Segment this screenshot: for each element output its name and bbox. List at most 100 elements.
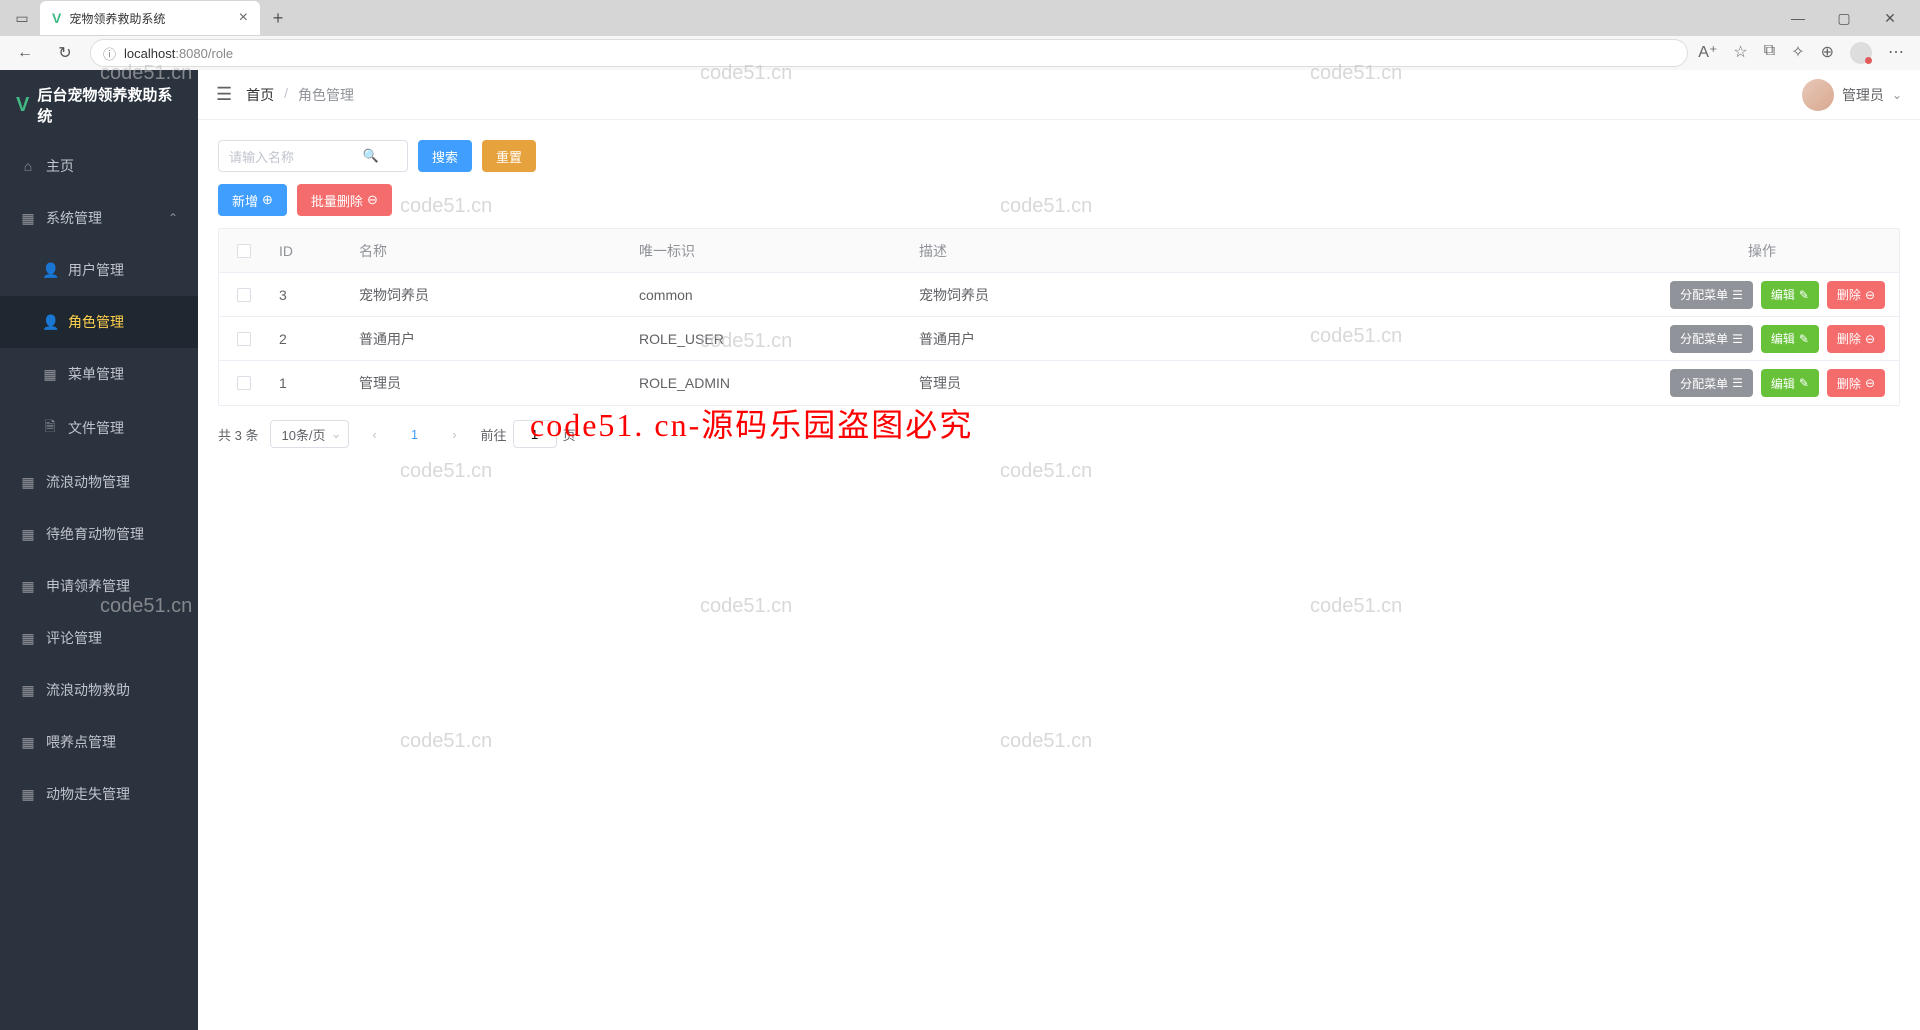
row-checkbox[interactable] <box>237 332 251 346</box>
edit-button[interactable]: 编辑 ✎ <box>1761 369 1819 397</box>
sidebar-item-文件管理[interactable]: 🗎文件管理 <box>0 400 198 456</box>
user-menu[interactable]: 管理员 ⌄ <box>1802 79 1902 111</box>
collapse-sidebar-icon[interactable]: ☰ <box>216 84 232 105</box>
app-icon[interactable]: ⊕ <box>1821 42 1834 64</box>
cell-desc: 宠物饲养员 <box>909 285 1629 305</box>
breadcrumb-home[interactable]: 首页 <box>246 85 274 105</box>
plus-circle-icon: ⊕ <box>262 192 273 208</box>
extensions-icon[interactable]: ✧ <box>1791 42 1804 64</box>
menu-icon: ☰ <box>1732 332 1743 346</box>
app-container: V 后台宠物领养救助系统 ⌂主页▦系统管理⌃👤用户管理👤角色管理▦菜单管理🗎文件… <box>0 70 1920 1030</box>
sidebar-item-待绝育动物管理[interactable]: ▦待绝育动物管理 <box>0 508 198 560</box>
sidebar-item-label: 评论管理 <box>46 628 102 648</box>
header-desc: 描述 <box>909 241 1629 261</box>
page-header: ☰ 首页 / 角色管理 管理员 ⌄ <box>198 70 1920 120</box>
tab-close-icon[interactable]: × <box>239 9 248 27</box>
browser-tab[interactable]: V 宠物领养救助系统 × <box>40 1 260 35</box>
read-aloud-icon[interactable]: A⁺ <box>1698 42 1717 64</box>
delete-button[interactable]: 删除 ⊖ <box>1827 369 1885 397</box>
sidebar: V 后台宠物领养救助系统 ⌂主页▦系统管理⌃👤用户管理👤角色管理▦菜单管理🗎文件… <box>0 70 198 1030</box>
add-button[interactable]: 新增 ⊕ <box>218 184 287 216</box>
cell-name: 宠物饲养员 <box>349 285 629 305</box>
refresh-button[interactable]: ↻ <box>50 38 80 68</box>
edit-icon: ✎ <box>1799 376 1809 390</box>
next-page-button[interactable]: › <box>441 420 469 448</box>
edit-button[interactable]: 编辑 ✎ <box>1761 325 1819 353</box>
delete-button[interactable]: 删除 ⊖ <box>1827 281 1885 309</box>
url-path: /role <box>208 46 233 61</box>
header-checkbox-cell <box>219 244 269 258</box>
sidebar-item-用户管理[interactable]: 👤用户管理 <box>0 244 198 296</box>
sidebar-item-评论管理[interactable]: ▦ 评论管理 <box>0 612 198 664</box>
sidebar-item-label: 喂养点管理 <box>46 732 116 752</box>
close-window-button[interactable]: ✕ <box>1876 10 1904 27</box>
sidebar-item-label: 用户管理 <box>68 260 124 280</box>
sidebar-item-动物走失管理[interactable]: ▦动物走失管理 <box>0 768 198 820</box>
collections-icon[interactable]: ⧉ <box>1764 42 1775 64</box>
row-checkbox[interactable] <box>237 376 251 390</box>
maximize-button[interactable]: ▢ <box>1830 10 1858 27</box>
row-checkbox[interactable] <box>237 288 251 302</box>
edit-icon: ✎ <box>1799 332 1809 346</box>
menu-icon: ☰ <box>1732 288 1743 302</box>
cell-key: ROLE_ADMIN <box>629 375 909 391</box>
sidebar-item-菜单管理[interactable]: ▦菜单管理 <box>0 348 198 400</box>
edit-button[interactable]: 编辑 ✎ <box>1761 281 1819 309</box>
new-tab-button[interactable]: + <box>264 4 292 32</box>
batch-delete-button[interactable]: 批量删除 ⊖ <box>297 184 392 216</box>
table-header: ID 名称 唯一标识 描述 操作 <box>219 229 1899 273</box>
grid-icon: ▦ <box>20 734 36 751</box>
search-button[interactable]: 搜索 <box>418 140 472 172</box>
user-solid-icon: 👤 <box>42 314 58 331</box>
minimize-button[interactable]: — <box>1784 10 1812 27</box>
more-icon[interactable]: ⋯ <box>1888 42 1904 64</box>
grid-icon: ▦ <box>20 630 36 647</box>
goto-page-input[interactable] <box>513 420 557 448</box>
cell-key: common <box>629 287 909 303</box>
reset-button[interactable]: 重置 <box>482 140 536 172</box>
sidebar-item-label: 系统管理 <box>46 208 102 228</box>
sidebar-item-流浪动物管理[interactable]: ▦流浪动物管理 <box>0 456 198 508</box>
profile-avatar-icon[interactable] <box>1850 42 1872 64</box>
url-input[interactable]: ⓘ localhost:8080/role <box>90 39 1688 67</box>
chevron-up-icon: ⌃ <box>168 211 178 225</box>
window-controls: — ▢ ✕ <box>1784 10 1920 27</box>
sidebar-item-主页[interactable]: ⌂主页 <box>0 140 198 192</box>
address-bar: ← ↻ ⓘ localhost:8080/role A⁺ ☆ ⧉ ✧ ⊕ ⋯ <box>0 36 1920 70</box>
page-number[interactable]: 1 <box>401 420 429 448</box>
site-info-icon[interactable]: ⓘ <box>103 44 116 63</box>
grid-icon: ▦ <box>20 578 36 595</box>
sidebar-item-系统管理[interactable]: ▦ 系统管理 ⌃ <box>0 192 198 244</box>
grid-icon: ▦ <box>42 366 58 383</box>
tab-title: 宠物领养救助系统 <box>69 10 230 27</box>
home-icon: ⌂ <box>20 158 36 174</box>
logo-text: 后台宠物领养救助系统 <box>37 84 182 126</box>
prev-page-button[interactable]: ‹ <box>361 420 389 448</box>
back-button[interactable]: ← <box>10 38 40 68</box>
pagination: 共 3 条 10条/页 ‹ 1 › 前往 页 <box>218 420 1900 448</box>
sidebar-item-喂养点管理[interactable]: ▦ 喂养点管理 <box>0 716 198 768</box>
sidebar-item-label: 待绝育动物管理 <box>46 524 144 544</box>
cell-ops: 分配菜单 ☰ 编辑 ✎ 删除 ⊖ <box>1629 325 1899 353</box>
tab-list-button[interactable]: ▭ <box>8 4 36 32</box>
sidebar-item-申请领养管理[interactable]: ▦ 申请领养管理 <box>0 560 198 612</box>
search-icon: 🔍 <box>363 148 379 164</box>
pagination-total: 共 3 条 <box>218 425 258 444</box>
select-all-checkbox[interactable] <box>237 244 251 258</box>
assign-menu-button[interactable]: 分配菜单 ☰ <box>1670 281 1753 309</box>
page-size-select[interactable]: 10条/页 <box>270 420 348 448</box>
edit-icon: ✎ <box>1799 288 1809 302</box>
assign-menu-button[interactable]: 分配菜单 ☰ <box>1670 369 1753 397</box>
minus-circle-icon: ⊖ <box>1865 288 1875 302</box>
cell-ops: 分配菜单 ☰ 编辑 ✎ 删除 ⊖ <box>1629 369 1899 397</box>
assign-menu-button[interactable]: 分配菜单 ☰ <box>1670 325 1753 353</box>
sidebar-item-角色管理[interactable]: 👤角色管理 <box>0 296 198 348</box>
grid-icon: ▦ <box>20 210 36 227</box>
sidebar-item-label: 申请领养管理 <box>46 576 130 596</box>
cell-id: 3 <box>269 287 349 303</box>
sidebar-item-流浪动物救助[interactable]: ▦流浪动物救助 <box>0 664 198 716</box>
search-input[interactable]: 请输入名称 🔍 <box>218 140 408 172</box>
favorite-icon[interactable]: ☆ <box>1733 42 1747 64</box>
delete-button[interactable]: 删除 ⊖ <box>1827 325 1885 353</box>
doc-icon: 🗎 <box>42 416 58 440</box>
